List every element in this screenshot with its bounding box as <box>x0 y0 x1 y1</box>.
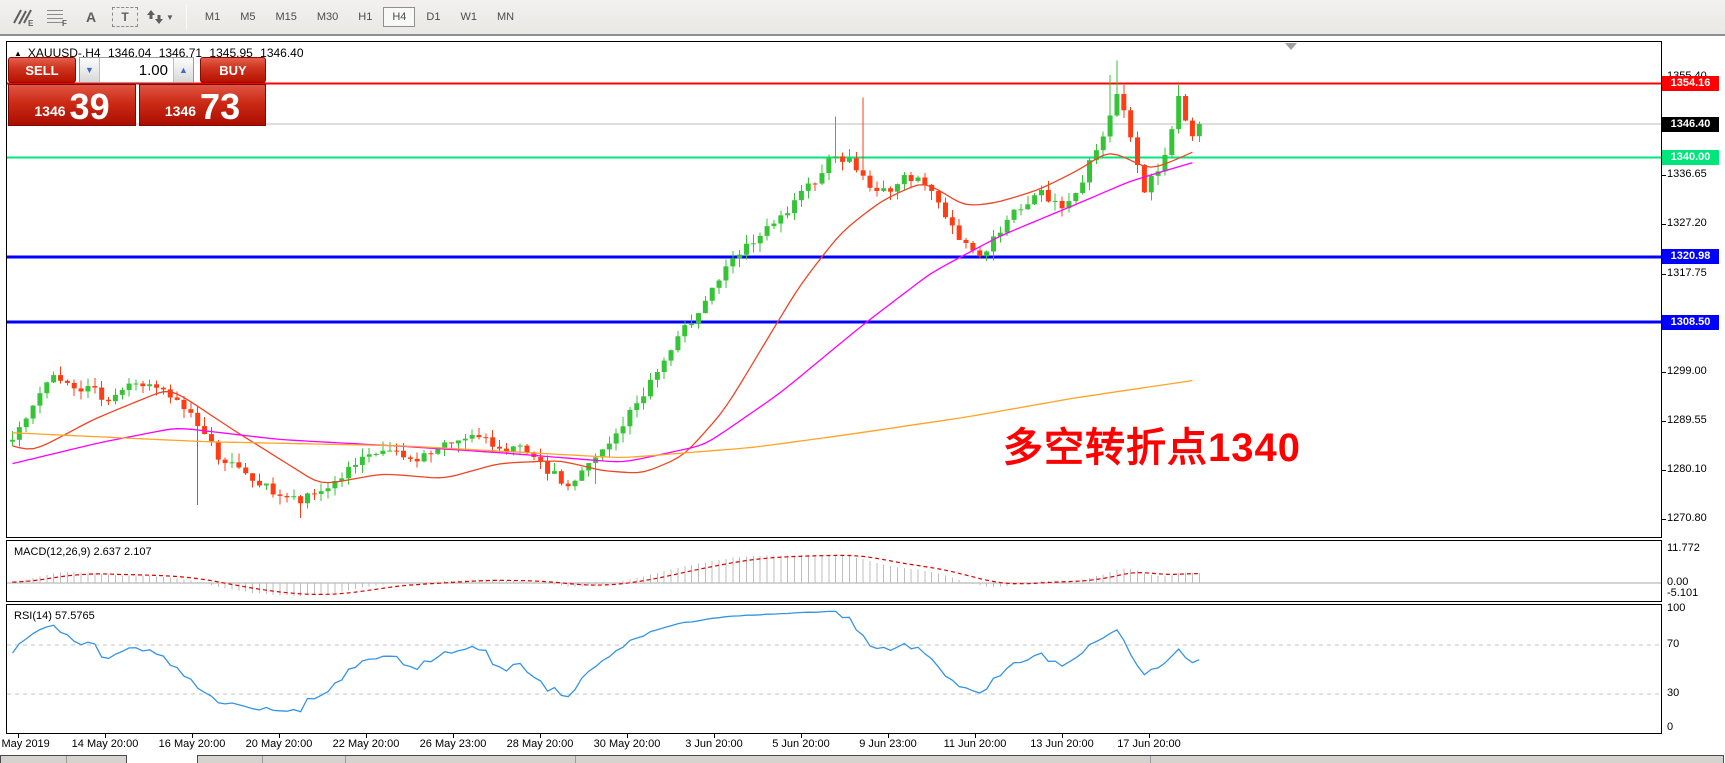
price-tick-label: 1327.20 <box>1667 217 1707 229</box>
date-label: 11 Jun 20:00 <box>944 738 1007 750</box>
timeframe-mn[interactable]: MN <box>488 7 523 27</box>
textbox-icon[interactable]: T <box>112 7 138 27</box>
price-tick-mark <box>1662 519 1666 520</box>
pattern-e-icon[interactable]: E <box>10 4 36 30</box>
one-click-trading-panel: SELL ▼ ▲ BUY 1346 39 1346 73 <box>8 57 266 126</box>
grid-f-icon[interactable]: F <box>44 4 70 30</box>
date-label: 26 May 23:00 <box>420 738 487 750</box>
buy-quote-tile[interactable]: 1346 73 <box>139 84 266 126</box>
date-label: 3 Jun 20:00 <box>685 738 743 750</box>
price-tick-mark <box>1662 274 1666 275</box>
buy-price-small: 1346 <box>165 103 196 119</box>
volume-decrease-button[interactable]: ▼ <box>80 58 100 82</box>
date-label: 16 May 20:00 <box>159 738 226 750</box>
volume-spinner: ▼ ▲ <box>79 57 194 83</box>
date-label: 12 May 2019 <box>0 738 50 750</box>
svg-text:E: E <box>28 19 34 27</box>
date-label: 13 Jun 20:00 <box>1030 738 1094 750</box>
price-tick-label: 1299.00 <box>1667 365 1707 377</box>
price-tick-label: 1317.75 <box>1667 267 1707 279</box>
macd-scale-label: 11.772 <box>1667 542 1700 554</box>
chevron-down-icon: ▼ <box>166 13 174 22</box>
date-label: 5 Jun 20:00 <box>772 738 830 750</box>
cursor-tools-icon[interactable]: ▼ <box>146 4 174 30</box>
price-tick-mark <box>1662 372 1666 373</box>
rsi-scale-label: 30 <box>1667 687 1679 699</box>
timeframe-m30[interactable]: M30 <box>308 7 347 27</box>
rsi-label: RSI(14) 57.5765 <box>14 610 95 622</box>
timeframe-d1[interactable]: D1 <box>417 7 449 27</box>
sell-button[interactable]: SELL <box>8 57 76 83</box>
buy-price-big: 73 <box>200 90 240 123</box>
chart-annotation-text: 多空转折点1340 <box>1003 415 1301 473</box>
date-label: 20 May 20:00 <box>246 738 313 750</box>
date-label: 30 May 20:00 <box>594 738 661 750</box>
text-label-icon[interactable]: A <box>78 4 104 30</box>
toolbar: E F A T ▼ M1 M5 M15 M30 H1 H4 <box>0 0 1725 36</box>
price-badge: 1346.40 <box>1662 117 1719 132</box>
rsi-scale-label: 0 <box>1667 721 1673 733</box>
svg-text:F: F <box>62 19 67 27</box>
price-tick-mark <box>1662 175 1666 176</box>
buy-button[interactable]: BUY <box>200 57 266 83</box>
sell-quote-tile[interactable]: 1346 39 <box>8 84 136 126</box>
sell-price-big: 39 <box>70 90 110 123</box>
timeframe-m5[interactable]: M5 <box>231 7 264 27</box>
timeframe-w1[interactable]: W1 <box>451 7 486 27</box>
date-label: 28 May 20:00 <box>507 738 574 750</box>
price-badge: 1308.50 <box>1662 315 1719 330</box>
minimized-window-top[interactable] <box>197 755 1724 763</box>
ohlc-close: 1346.40 <box>260 46 303 60</box>
timeframe-h4[interactable]: H4 <box>383 7 415 27</box>
price-tick-label: 1270.80 <box>1667 512 1707 524</box>
volume-input[interactable] <box>100 58 173 82</box>
price-tick-mark <box>1662 224 1666 225</box>
price-tick-mark <box>1662 421 1666 422</box>
date-label: 9 Jun 23:00 <box>859 738 917 750</box>
price-tick-mark <box>1662 470 1666 471</box>
rsi-pane[interactable] <box>6 604 1662 734</box>
date-label: 17 Jun 20:00 <box>1117 738 1181 750</box>
price-tick-label: 1336.65 <box>1667 168 1707 180</box>
macd-pane[interactable] <box>6 540 1662 602</box>
bottom-window-strip <box>0 755 1725 763</box>
macd-scale-label: -5.101 <box>1667 587 1698 599</box>
chart-shift-marker[interactable] <box>1285 43 1297 50</box>
price-tick-label: 1280.10 <box>1667 463 1707 475</box>
price-badge: 1354.16 <box>1662 76 1719 91</box>
minimized-window-top[interactable] <box>0 755 127 763</box>
rsi-scale-label: 70 <box>1667 638 1679 650</box>
volume-increase-button[interactable]: ▲ <box>173 58 193 82</box>
price-tick-label: 1289.55 <box>1667 414 1707 426</box>
timeframe-m1[interactable]: M1 <box>196 7 229 27</box>
date-label: 14 May 20:00 <box>72 738 139 750</box>
timeframe-h1[interactable]: H1 <box>349 7 381 27</box>
sell-price-small: 1346 <box>34 103 65 119</box>
date-label: 22 May 20:00 <box>333 738 400 750</box>
price-badge: 1320.98 <box>1662 249 1719 264</box>
mt4-window: E F A T ▼ M1 M5 M15 M30 H1 H4 <box>0 0 1725 763</box>
macd-label: MACD(12,26,9) 2.637 2.107 <box>14 546 152 558</box>
timeframe-m15[interactable]: M15 <box>266 7 305 27</box>
rsi-scale-label: 100 <box>1667 602 1685 614</box>
toolbar-separator <box>186 5 187 29</box>
price-badge: 1340.00 <box>1662 150 1719 165</box>
